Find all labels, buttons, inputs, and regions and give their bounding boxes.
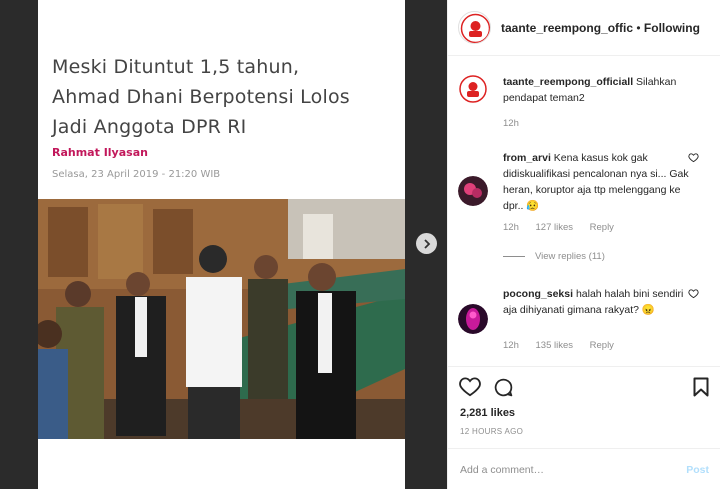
caption-comment: taante_reempong_officiall Silahkan penda… [458, 74, 718, 134]
comment-time[interactable]: 12h [503, 340, 519, 351]
post-timestamp[interactable]: 12 HOURS AGO [460, 427, 523, 436]
add-comment-bar: Add a comment… Post [448, 448, 720, 489]
courtroom-photo-illustration [38, 199, 405, 439]
like-comment-heart-icon[interactable] [688, 152, 699, 163]
post-comment-button[interactable]: Post [686, 464, 709, 476]
post-actions: 2,281 likes 12 HOURS AGO Add a comment… … [448, 366, 720, 489]
comment-item: pocong_seksi halah halah bini sendiri aj… [458, 286, 718, 356]
comment-text-block: taante_reempong_officiall Silahkan penda… [503, 74, 693, 106]
comment-username[interactable]: from_arvi [503, 152, 551, 164]
heart-icon[interactable] [459, 377, 481, 397]
comment-likes[interactable]: 135 likes [536, 340, 574, 351]
emoji-sad: 😥 [526, 200, 540, 212]
comment-meta: 12h 127 likes Reply [503, 222, 628, 233]
instagram-post-view: Meski Dituntut 1,5 tahun, Ahmad Dhani Be… [0, 0, 720, 489]
courtroom-photo [38, 199, 405, 439]
post-image: Meski Dituntut 1,5 tahun, Ahmad Dhani Be… [38, 0, 405, 489]
comment-username[interactable]: taante_reempong_officiall [503, 76, 633, 88]
comment-likes[interactable]: 127 likes [536, 222, 574, 233]
header-separator: • [633, 20, 644, 35]
header-meta: taante_reempong_offic • Following [501, 21, 700, 35]
comment-time[interactable]: 12h [503, 222, 519, 233]
comment-username[interactable]: pocong_seksi [503, 288, 573, 300]
profile-logo-icon [459, 75, 487, 103]
reply-button[interactable]: Reply [590, 222, 614, 233]
commenter-avatar[interactable] [458, 176, 488, 206]
add-comment-input[interactable]: Add a comment… [460, 464, 686, 476]
emoji-angry: 😠 [641, 304, 655, 316]
divider-line [503, 256, 525, 257]
like-comment-heart-icon[interactable] [688, 288, 699, 299]
carousel-next-button[interactable] [416, 233, 437, 254]
header-username[interactable]: taante_reempong_offic [501, 21, 633, 35]
comment-icon[interactable] [493, 377, 514, 398]
profile-logo-icon [460, 13, 490, 43]
chevron-right-icon [423, 238, 430, 249]
comment-meta: 12h [503, 118, 533, 129]
article-author: Rahmat Ilyasan [52, 146, 148, 159]
avatar-image [458, 304, 488, 334]
post-header: taante_reempong_offic • Following [448, 0, 720, 56]
account-avatar[interactable] [458, 11, 491, 44]
bookmark-icon[interactable] [693, 377, 709, 397]
view-replies-label: View replies (11) [535, 251, 605, 262]
comment-time[interactable]: 12h [503, 118, 519, 129]
comment-item: from_arvi Kena kasus kok gak didiskualif… [458, 150, 718, 250]
article-date: Selasa, 23 April 2019 - 21:20 WIB [52, 169, 221, 180]
comment-meta: 12h 135 likes Reply [503, 340, 628, 351]
comment-text-block: from_arvi Kena kasus kok gak didiskualif… [503, 150, 693, 214]
reply-button[interactable]: Reply [590, 340, 614, 351]
avatar-image [458, 176, 488, 206]
likes-count[interactable]: 2,281 likes [460, 407, 515, 419]
article-headline: Meski Dituntut 1,5 tahun, Ahmad Dhani Be… [52, 56, 350, 138]
comment-text-block: pocong_seksi halah halah bini sendiri aj… [503, 286, 693, 318]
view-replies-button[interactable]: View replies (11) [503, 251, 605, 262]
following-button[interactable]: Following [644, 21, 700, 35]
commenter-avatar[interactable] [458, 304, 488, 334]
caption-avatar[interactable] [458, 74, 488, 104]
post-side-panel: taante_reempong_offic • Following taante… [447, 0, 720, 489]
